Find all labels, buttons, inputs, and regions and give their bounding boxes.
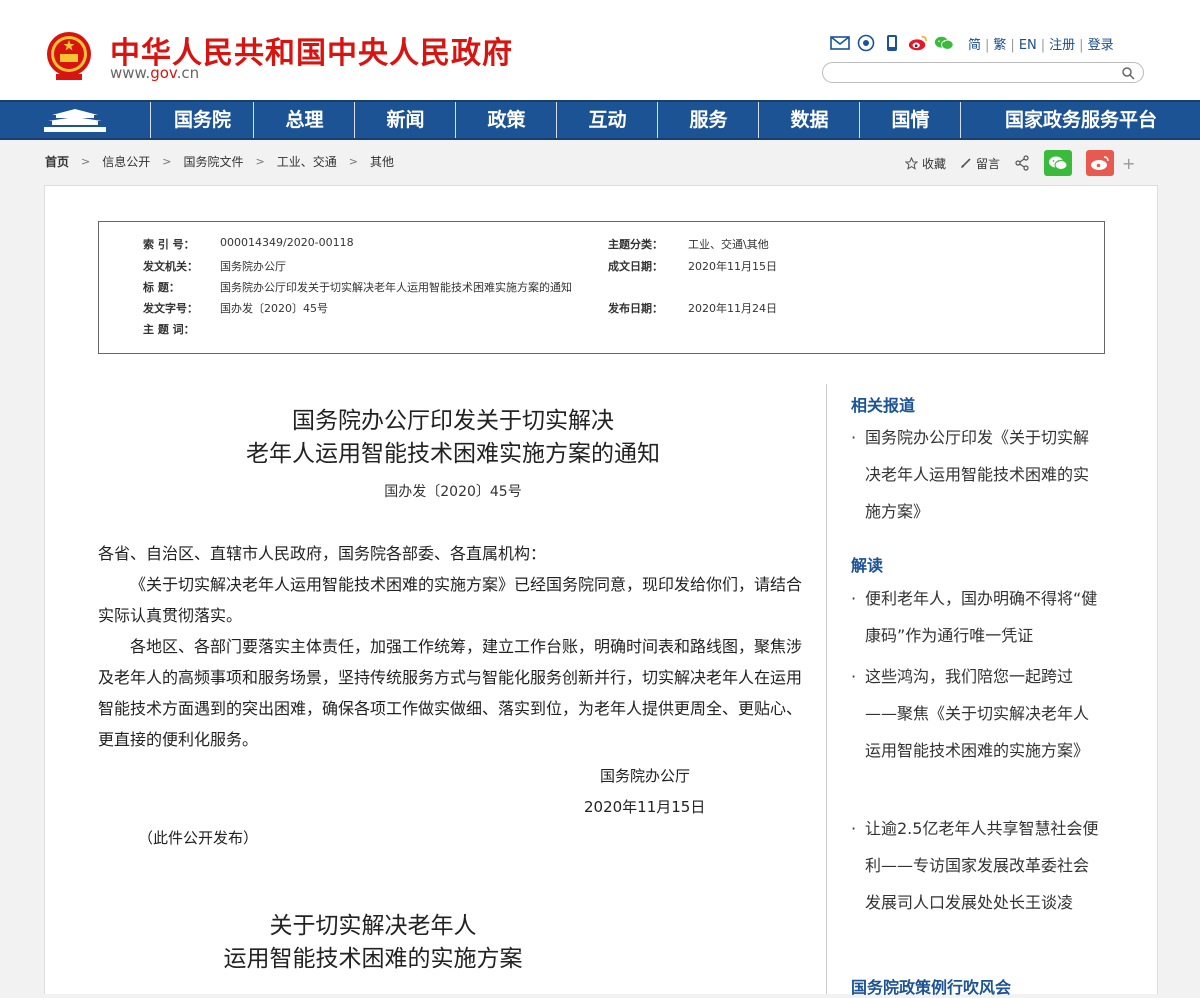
breadcrumb-other-link[interactable]: 其他 bbox=[370, 153, 394, 170]
related-report-item[interactable]: · 国务院办公厅印发《关于切实解决老年人运用智能技术困难的实施方案》 bbox=[851, 419, 1101, 530]
article-title: 国务院办公厅印发关于切实解决 老年人运用智能技术困难实施方案的通知 bbox=[98, 405, 808, 471]
breadcrumb-industry-link[interactable]: 工业、交通 bbox=[277, 153, 337, 170]
more-share-icon[interactable]: + bbox=[1122, 154, 1135, 173]
lang-simplified-link[interactable]: 简 bbox=[968, 38, 981, 53]
nav-item-data[interactable]: 数据 bbox=[758, 102, 860, 138]
site-header: 中华人民共和国中央人民政府 www.gov.cn 简 | 繁 | EN | 注册 | 登录 bbox=[0, 0, 1200, 100]
article-public-note: （此件公开发布） bbox=[138, 829, 259, 847]
interpretation-heading: 解读 bbox=[851, 556, 884, 575]
register-link[interactable]: 注册 bbox=[1049, 38, 1075, 53]
lang-english-link[interactable]: EN bbox=[1019, 38, 1037, 53]
nav-item-national-info[interactable]: 国情 bbox=[859, 102, 961, 138]
interpretation-item[interactable]: · 便利老年人，国办明确不得将“健康码”作为通行唯一凭证 bbox=[851, 580, 1101, 654]
weibo-icon bbox=[1091, 156, 1109, 170]
site-url-gov: gov bbox=[150, 64, 177, 82]
login-link[interactable]: 登录 bbox=[1088, 38, 1114, 53]
policy-briefing-heading: 国务院政策例行吹风会 bbox=[851, 978, 1012, 997]
favorite-button[interactable]: 收藏 bbox=[905, 155, 946, 172]
nav-item-services[interactable]: 服务 bbox=[657, 102, 759, 138]
article-paragraph-1: 《关于切实解决老年人运用智能技术困难的实施方案》已经国务院同意，现印发给你们，请… bbox=[98, 575, 803, 625]
chevron-right-icon: > bbox=[81, 155, 91, 168]
chevron-right-icon: > bbox=[255, 155, 265, 168]
interpretation-item[interactable]: · 让逾2.5亿老年人共享智慧社会便利——专访国家发展改革委社会发展司人口发展处… bbox=[851, 810, 1101, 921]
interpretation-link-2[interactable]: 这些鸿沟，我们陪您一起跨过——聚焦《关于切实解决老年人运用智能技术困难的实施方案… bbox=[851, 658, 1101, 769]
chevron-right-icon: > bbox=[162, 155, 172, 168]
meta-date-key: 成文日期： bbox=[608, 260, 663, 273]
wechat-icon bbox=[1049, 156, 1068, 170]
breadcrumb: 首页 > 信息公开 > 国务院文件 > 工业、交通 > 其他 bbox=[45, 153, 394, 170]
interpretation-link-3[interactable]: 让逾2.5亿老年人共享智慧社会便利——专访国家发展改革委社会发展司人口发展处处长… bbox=[851, 810, 1101, 921]
related-report-link[interactable]: 国务院办公厅印发《关于切实解决老年人运用智能技术困难的实施方案》 bbox=[851, 419, 1101, 530]
article-paragraph-2: 各地区、各部门要落实主体责任，加强工作统筹，建立工作台账，明确时间表和路线图，聚… bbox=[98, 637, 803, 749]
share-button[interactable] bbox=[1014, 155, 1030, 171]
article-sign-date: 2020年11月15日 bbox=[584, 798, 706, 816]
search-icon[interactable] bbox=[1121, 66, 1135, 80]
share-wechat-button[interactable] bbox=[1044, 150, 1073, 176]
header-tools bbox=[830, 32, 954, 54]
meta-index-no-value: 000014349/2020-00118 bbox=[220, 236, 354, 249]
meta-pubdate-key: 发布日期： bbox=[608, 302, 663, 315]
nav-item-policy[interactable]: 政策 bbox=[455, 102, 557, 138]
search-input[interactable] bbox=[835, 64, 1119, 83]
share-bar: 收藏 留言 + bbox=[905, 150, 1135, 176]
share-icon bbox=[1015, 155, 1029, 171]
search-box bbox=[822, 62, 1144, 83]
site-url: www.gov.cn bbox=[110, 64, 199, 82]
article-salutation: 各省、自治区、直辖市人民政府，国务院各部委、各直属机构： bbox=[98, 544, 547, 563]
pencil-icon bbox=[961, 158, 971, 168]
breadcrumb-documents-link[interactable]: 国务院文件 bbox=[183, 153, 243, 170]
meta-issuer-value: 国务院办公厅 bbox=[220, 260, 286, 273]
message-button[interactable]: 留言 bbox=[960, 155, 1000, 172]
favorite-label: 收藏 bbox=[922, 156, 947, 171]
tiananmen-icon bbox=[44, 109, 106, 132]
wechat-icon[interactable] bbox=[934, 34, 954, 52]
nav-item-news[interactable]: 新闻 bbox=[354, 102, 456, 138]
weibo-icon[interactable] bbox=[908, 34, 928, 52]
meta-topic-value: 工业、交通\其他 bbox=[688, 238, 769, 251]
meta-title-key: 标 题： bbox=[143, 281, 180, 294]
language-links: 简 | 繁 | EN | 注册 | 登录 bbox=[968, 38, 1114, 53]
star-icon bbox=[905, 156, 918, 170]
main-nav: 国务院 总理 新闻 政策 互动 服务 数据 国情 国家政务服务平台 bbox=[0, 100, 1200, 140]
plan-title-line1: 关于切实解决老年人 bbox=[269, 913, 477, 939]
sidebar: 相关报道 · 国务院办公厅印发《关于切实解决老年人运用智能技术困难的实施方案》 … bbox=[826, 384, 1115, 997]
meta-topic-key: 主题分类： bbox=[608, 238, 663, 251]
national-emblem-icon[interactable] bbox=[44, 30, 94, 82]
meta-index-no-key: 索 引 号： bbox=[143, 238, 195, 251]
app-icon[interactable] bbox=[856, 34, 876, 52]
share-weibo-button[interactable] bbox=[1086, 150, 1115, 176]
meta-title-value: 国务院办公厅印发关于切实解决老年人运用智能技术困难实施方案的通知 bbox=[220, 281, 572, 294]
document-metadata-table: 索 引 号： 000014349/2020-00118 主题分类： 工业、交通\… bbox=[98, 221, 1105, 354]
article-title-line1: 国务院办公厅印发关于切实解决 bbox=[292, 408, 614, 434]
message-label: 留言 bbox=[976, 156, 1001, 171]
meta-docno-key: 发文字号： bbox=[143, 302, 198, 315]
plan-title: 关于切实解决老年人 运用智能技术困难的实施方案 bbox=[98, 910, 648, 976]
mail-icon[interactable] bbox=[830, 34, 850, 52]
article-title-line2: 老年人运用智能技术困难实施方案的通知 bbox=[246, 441, 660, 467]
nav-home[interactable] bbox=[0, 102, 150, 138]
site-url-suffix: .cn bbox=[176, 64, 200, 82]
plan-title-line2: 运用智能技术困难的实施方案 bbox=[223, 946, 523, 972]
nav-item-premier[interactable]: 总理 bbox=[253, 102, 355, 138]
breadcrumb-info-disclosure-link[interactable]: 信息公开 bbox=[102, 153, 150, 170]
meta-pubdate-value: 2020年11月24日 bbox=[688, 302, 777, 315]
nav-item-gov-service-platform[interactable]: 国家政务服务平台 bbox=[960, 102, 1200, 138]
nav-item-interaction[interactable]: 互动 bbox=[556, 102, 658, 138]
lang-traditional-link[interactable]: 繁 bbox=[993, 38, 1006, 53]
breadcrumb-home-link[interactable]: 首页 bbox=[45, 153, 69, 170]
meta-docno-value: 国办发〔2020〕45号 bbox=[220, 302, 328, 315]
article-doc-number: 国办发〔2020〕45号 bbox=[384, 484, 522, 500]
site-url-prefix: www. bbox=[110, 64, 151, 82]
mobile-icon[interactable] bbox=[882, 34, 902, 52]
meta-date-value: 2020年11月15日 bbox=[688, 260, 777, 273]
chevron-right-icon: > bbox=[348, 155, 358, 168]
meta-issuer-key: 发文机关： bbox=[143, 260, 198, 273]
interpretation-item[interactable]: · 这些鸿沟，我们陪您一起跨过——聚焦《关于切实解决老年人运用智能技术困难的实施… bbox=[851, 658, 1101, 769]
interpretation-link-1[interactable]: 便利老年人，国办明确不得将“健康码”作为通行唯一凭证 bbox=[851, 580, 1101, 654]
article-sign-org: 国务院办公厅 bbox=[600, 767, 691, 785]
meta-subject-key: 主 题 词： bbox=[143, 323, 195, 336]
related-reports-heading: 相关报道 bbox=[851, 396, 916, 415]
nav-item-state-council[interactable]: 国务院 bbox=[150, 102, 254, 138]
